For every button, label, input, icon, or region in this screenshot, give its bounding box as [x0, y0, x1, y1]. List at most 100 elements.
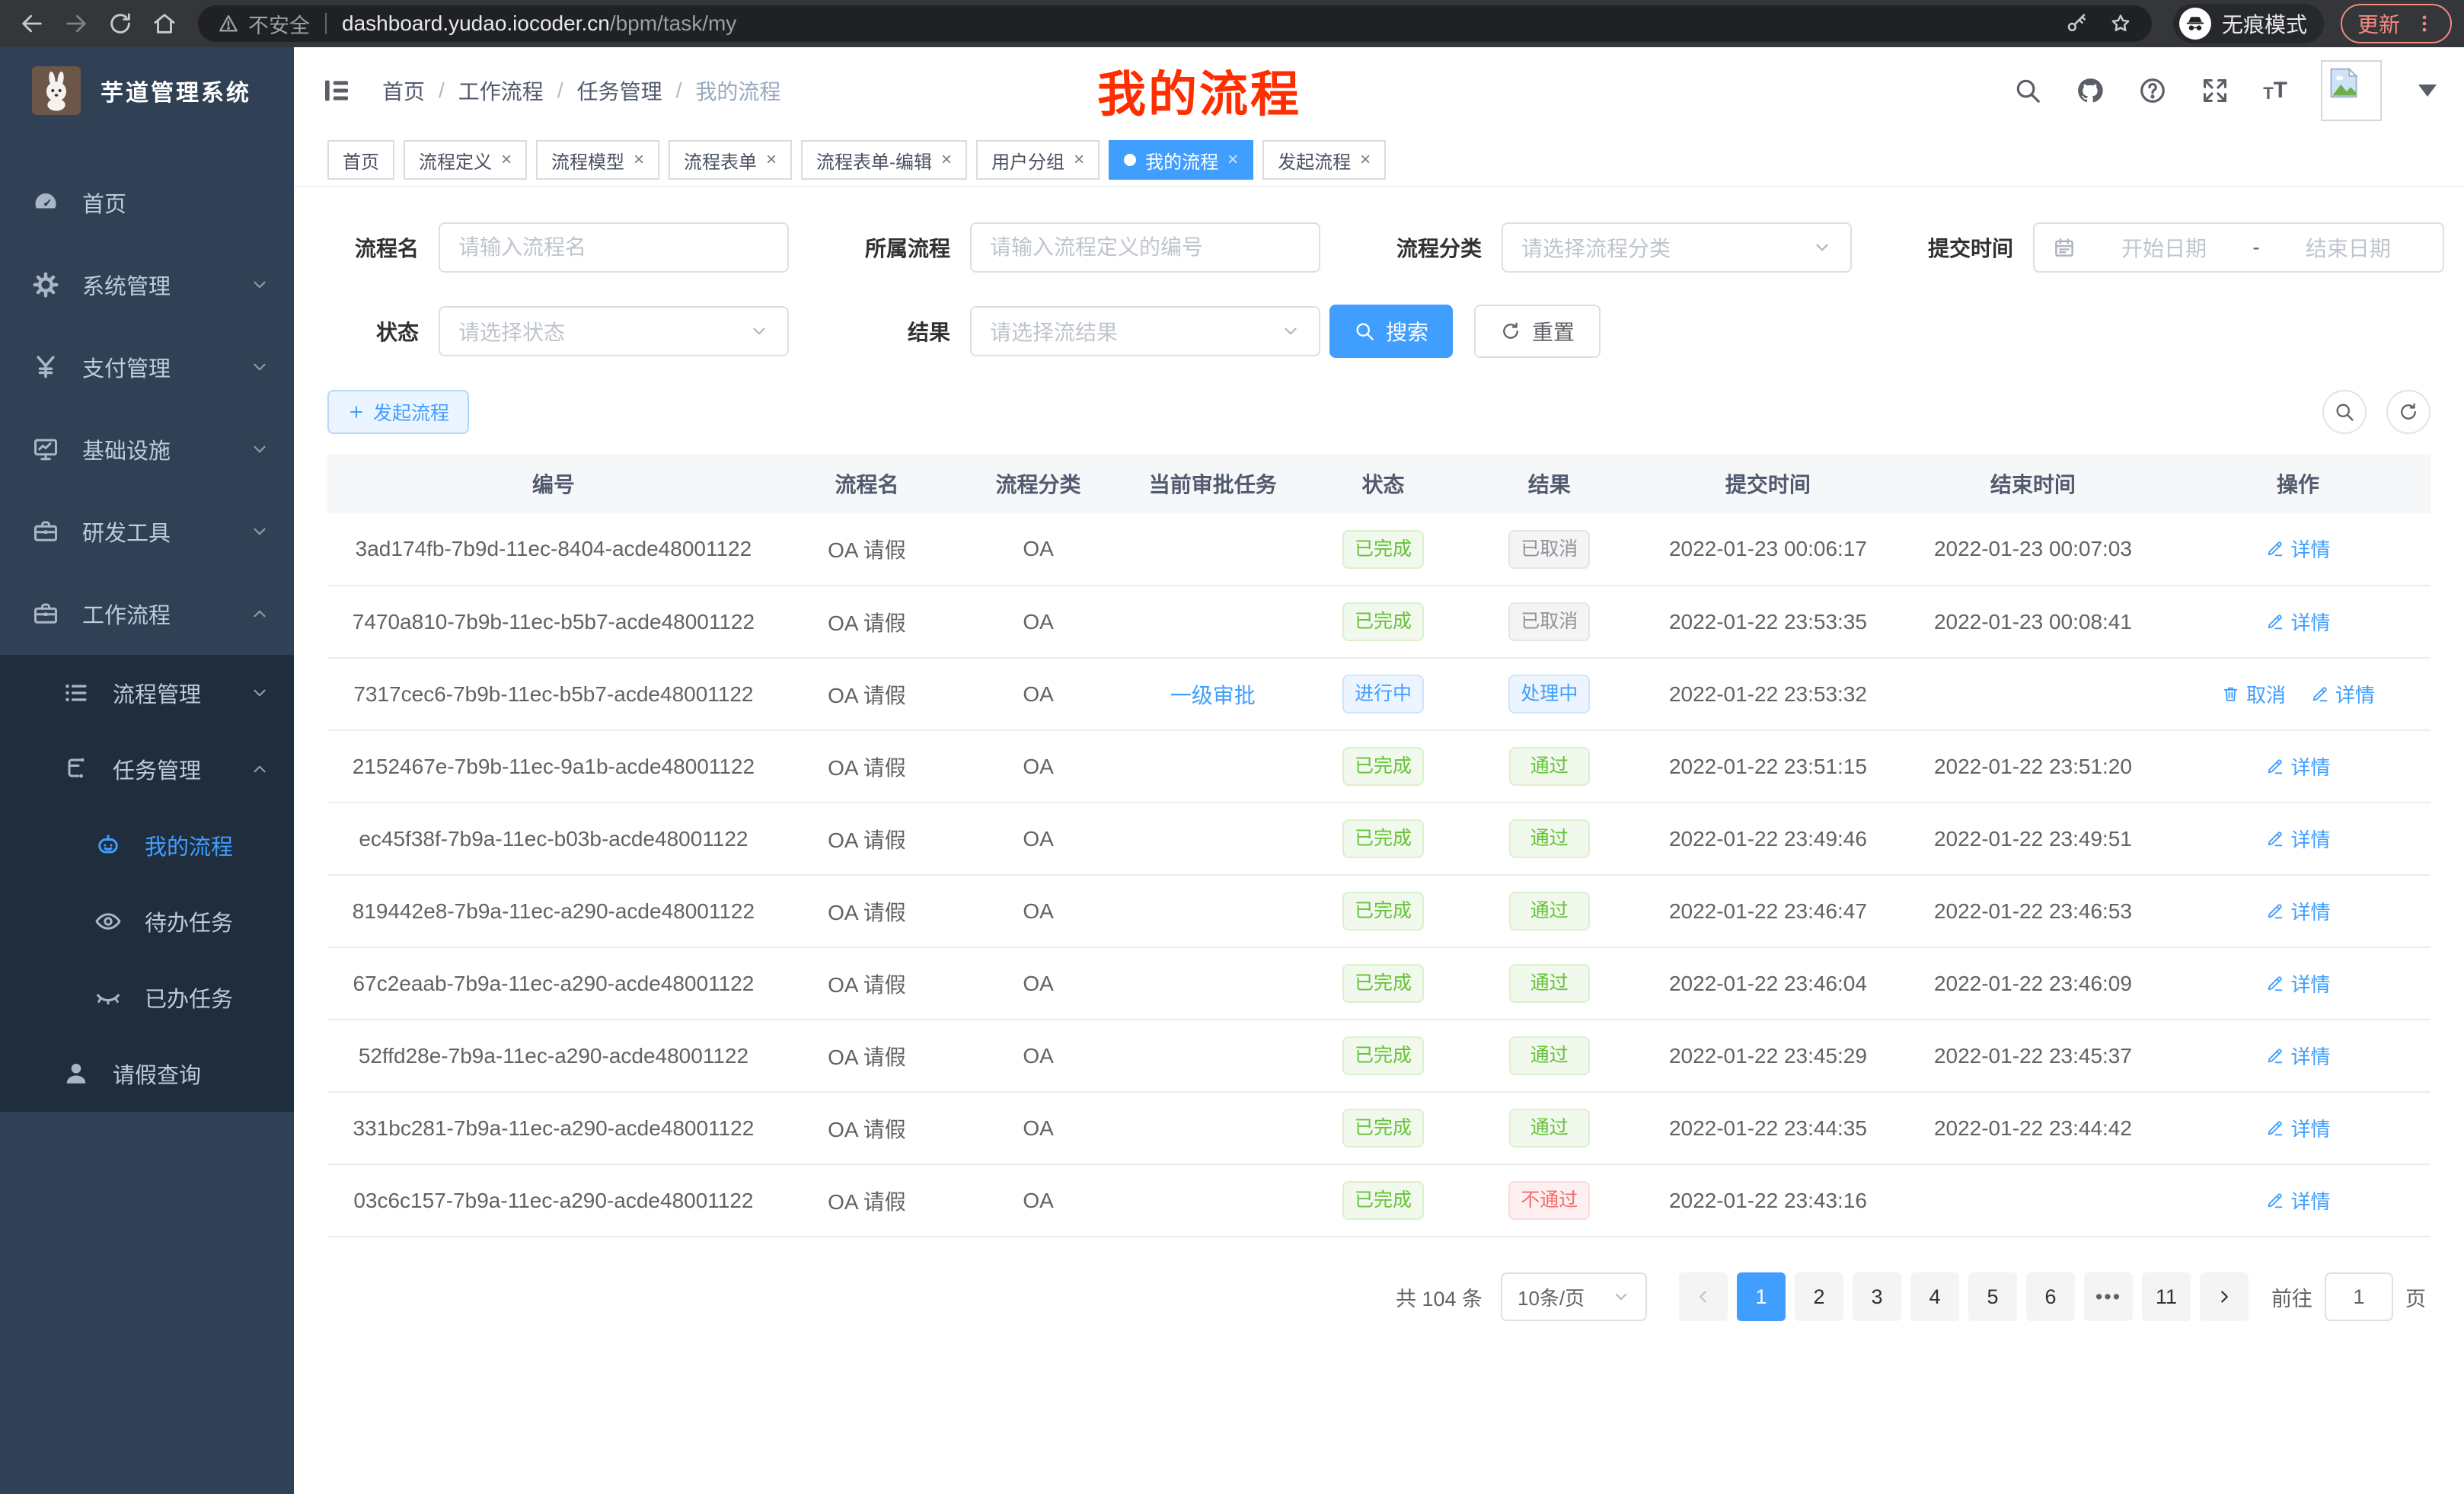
- browser-forward-button[interactable]: [56, 4, 96, 43]
- start-date-placeholder[interactable]: 开始日期: [2088, 232, 2240, 263]
- breadcrumb-item-工作流程[interactable]: 工作流程: [458, 75, 544, 106]
- sidebar-item-已办任务[interactable]: 已办任务: [0, 959, 294, 1036]
- address-bar[interactable]: 不安全 dashboard.yudao.iocoder.cn/bpm/task/…: [198, 5, 2152, 42]
- sidebar-item-支付管理[interactable]: 支付管理: [0, 326, 294, 408]
- tab-流程表单[interactable]: 流程表单×: [669, 140, 792, 180]
- incognito-label: 无痕模式: [2222, 8, 2307, 39]
- column-header-状态: 状态: [1304, 454, 1463, 513]
- process-definition-input-field[interactable]: [990, 235, 1301, 260]
- tab-close-icon[interactable]: ×: [501, 151, 512, 169]
- detail-link[interactable]: 详情: [2265, 1186, 2330, 1215]
- user-icon: [62, 1060, 90, 1087]
- sidebar-item-基础设施[interactable]: 基础设施: [0, 408, 294, 490]
- sidebar-menu: 首页系统管理支付管理基础设施研发工具工作流程流程管理任务管理我的流程待办任务已办…: [0, 134, 294, 1112]
- header-search-icon[interactable]: [2013, 76, 2042, 105]
- reset-button[interactable]: 重置: [1474, 305, 1601, 358]
- detail-link[interactable]: 详情: [2265, 1042, 2330, 1070]
- tab-close-icon[interactable]: ×: [634, 151, 644, 169]
- app-logo-row[interactable]: 芋道管理系统: [0, 47, 294, 134]
- detail-link[interactable]: 详情: [2265, 535, 2330, 563]
- tab-close-icon[interactable]: ×: [1227, 151, 1238, 169]
- sidebar-item-待办任务[interactable]: 待办任务: [0, 883, 294, 959]
- detail-link[interactable]: 详情: [2310, 680, 2375, 708]
- detail-link[interactable]: 详情: [2265, 608, 2330, 636]
- row-actions: 详情: [2166, 1092, 2430, 1164]
- end-date-placeholder[interactable]: 结束日期: [2272, 232, 2424, 263]
- goto-page-input[interactable]: [2325, 1272, 2393, 1321]
- tab-close-icon[interactable]: ×: [941, 151, 952, 169]
- tab-close-icon[interactable]: ×: [766, 151, 777, 169]
- page-button-2[interactable]: 2: [1795, 1272, 1843, 1321]
- tab-流程定义[interactable]: 流程定义×: [404, 140, 527, 180]
- tab-首页[interactable]: 首页: [327, 140, 394, 180]
- breadcrumb-item-首页[interactable]: 首页: [382, 75, 425, 106]
- table-refresh-button[interactable]: [2386, 390, 2430, 434]
- status-select[interactable]: 请选择状态: [439, 306, 789, 356]
- submit-time-range-picker[interactable]: 开始日期 - 结束日期: [2033, 222, 2444, 273]
- sidebar-collapse-button[interactable]: [321, 75, 352, 106]
- cancel-link[interactable]: 取消: [2221, 680, 2286, 708]
- tab-用户分组[interactable]: 用户分组×: [976, 140, 1100, 180]
- avatar-dropdown-caret[interactable]: [2418, 85, 2437, 97]
- tab-close-icon[interactable]: ×: [1360, 151, 1371, 169]
- page-button-5[interactable]: 5: [1968, 1272, 2017, 1321]
- search-button[interactable]: 搜索: [1329, 305, 1453, 358]
- page-size-select[interactable]: 10条/页: [1501, 1272, 1647, 1321]
- prev-page-button[interactable]: [1679, 1272, 1728, 1321]
- detail-link[interactable]: 详情: [2265, 825, 2330, 853]
- sidebar-item-我的流程[interactable]: 我的流程: [0, 807, 294, 883]
- help-icon[interactable]: [2138, 76, 2167, 105]
- detail-link[interactable]: 详情: [2265, 897, 2330, 925]
- process-name: OA 请假: [780, 947, 954, 1020]
- browser-home-button[interactable]: [145, 4, 184, 43]
- page-button-6[interactable]: 6: [2026, 1272, 2075, 1321]
- avatar[interactable]: [2321, 60, 2382, 121]
- bookmark-star-icon[interactable]: [2109, 12, 2132, 35]
- process-name-input-field[interactable]: [458, 235, 769, 260]
- sidebar-item-研发工具[interactable]: 研发工具: [0, 490, 294, 573]
- tab-流程表单-编辑[interactable]: 流程表单-编辑×: [801, 140, 967, 180]
- submit-time: 2022-01-22 23:53:35: [1636, 586, 1901, 658]
- process-definition-input[interactable]: [970, 222, 1320, 273]
- tab-流程模型[interactable]: 流程模型×: [536, 140, 659, 180]
- tab-发起流程[interactable]: 发起流程×: [1262, 140, 1386, 180]
- font-size-icon[interactable]: TT: [2263, 78, 2287, 104]
- category-select[interactable]: 请选择流程分类: [1502, 222, 1852, 273]
- browser-menu-icon[interactable]: [2414, 13, 2435, 34]
- sidebar-item-首页[interactable]: 首页: [0, 161, 294, 244]
- sidebar-item-系统管理[interactable]: 系统管理: [0, 244, 294, 326]
- current-task-link[interactable]: 一级审批: [1170, 684, 1256, 707]
- tab-我的流程[interactable]: 我的流程×: [1109, 140, 1253, 180]
- sidebar-item-任务管理[interactable]: 任务管理: [0, 731, 294, 807]
- breadcrumb-item-任务管理[interactable]: 任务管理: [577, 75, 662, 106]
- sidebar-item-label: 支付管理: [82, 351, 171, 383]
- browser-reload-button[interactable]: [101, 4, 140, 43]
- detail-link[interactable]: 详情: [2265, 969, 2330, 998]
- sidebar-item-流程管理[interactable]: 流程管理: [0, 655, 294, 731]
- detail-link[interactable]: 详情: [2265, 752, 2330, 781]
- next-page-button[interactable]: [2200, 1272, 2249, 1321]
- page-button-3[interactable]: 3: [1853, 1272, 1901, 1321]
- table-search-toggle-button[interactable]: [2322, 390, 2367, 434]
- start-process-button[interactable]: 发起流程: [327, 390, 469, 434]
- result-select[interactable]: 请选择流结果: [970, 306, 1320, 356]
- page-button-1[interactable]: 1: [1737, 1272, 1786, 1321]
- submit-time: 2022-01-22 23:49:46: [1636, 803, 1901, 875]
- browser-back-button[interactable]: [12, 4, 52, 43]
- page-button-4[interactable]: 4: [1910, 1272, 1959, 1321]
- browser-update-button[interactable]: 更新: [2341, 4, 2452, 43]
- monitor-icon: [32, 436, 59, 463]
- github-icon[interactable]: [2076, 76, 2105, 105]
- tab-close-icon[interactable]: ×: [1074, 151, 1084, 169]
- eye-icon: [94, 908, 122, 935]
- security-chip[interactable]: 不安全: [218, 9, 310, 39]
- page-more-button[interactable]: •••: [2084, 1272, 2133, 1321]
- process-name-input[interactable]: [439, 222, 789, 273]
- password-manager-icon[interactable]: [2065, 12, 2088, 35]
- sidebar-item-请假查询[interactable]: 请假查询: [0, 1036, 294, 1112]
- sidebar-item-工作流程[interactable]: 工作流程: [0, 573, 294, 655]
- detail-link[interactable]: 详情: [2265, 1114, 2330, 1142]
- process-id: 7470a810-7b9b-11ec-b5b7-acde48001122: [327, 586, 780, 658]
- page-button-11[interactable]: 11: [2142, 1272, 2191, 1321]
- fullscreen-icon[interactable]: [2201, 76, 2229, 105]
